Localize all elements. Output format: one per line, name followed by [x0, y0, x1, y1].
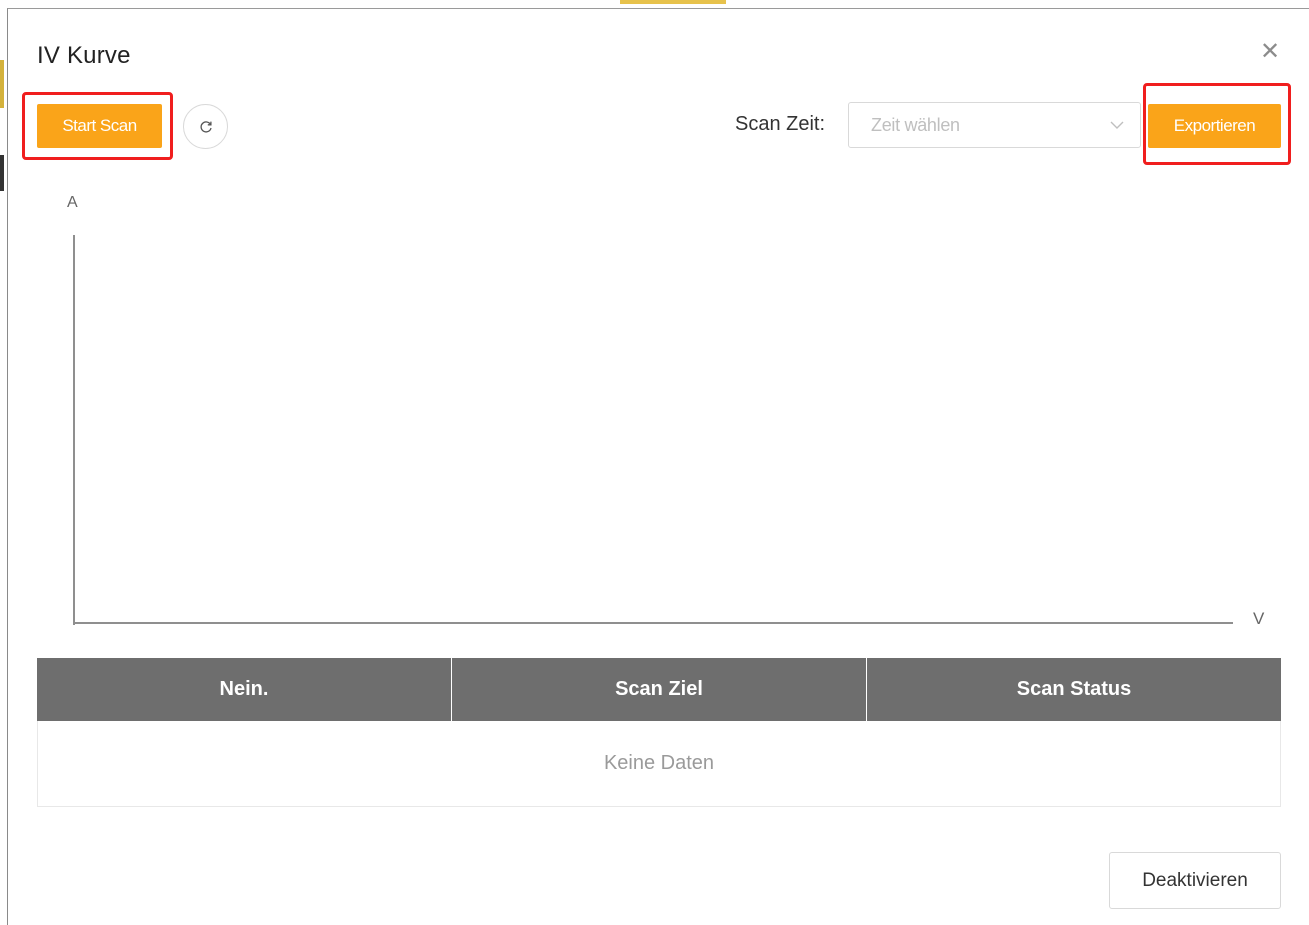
close-icon[interactable]: ✕: [1257, 39, 1283, 65]
background-page-edge: [0, 0, 7, 925]
column-header-scan-target[interactable]: Scan Ziel: [452, 658, 867, 721]
x-axis-label: V: [1253, 609, 1265, 628]
table-header: Nein. Scan Ziel Scan Status: [37, 658, 1281, 721]
refresh-button[interactable]: [183, 104, 228, 149]
background-element: [0, 155, 4, 191]
background-element: [0, 60, 4, 108]
iv-curve-dialog: IV Kurve ✕ Start Scan Scan Zeit: Zeit wä…: [7, 8, 1309, 925]
background-element: [620, 0, 726, 4]
x-axis-line: [73, 622, 1233, 624]
export-button[interactable]: Exportieren: [1148, 104, 1281, 148]
column-header-scan-status[interactable]: Scan Status: [867, 658, 1281, 721]
scan-time-select[interactable]: Zeit wählen: [848, 102, 1141, 148]
y-axis-label: A: [67, 194, 78, 211]
scan-table: Nein. Scan Ziel Scan Status Keine Daten: [37, 658, 1281, 807]
start-scan-button[interactable]: Start Scan: [37, 104, 162, 148]
deactivate-button[interactable]: Deaktivieren: [1109, 852, 1281, 909]
y-axis-line: [73, 235, 75, 625]
scan-time-label: Scan Zeit:: [735, 113, 826, 135]
refresh-icon: [199, 120, 212, 133]
dialog-title: IV Kurve: [37, 42, 131, 69]
scan-time-placeholder: Zeit wählen: [871, 115, 960, 135]
table-empty-state: Keine Daten: [37, 721, 1281, 807]
chevron-down-icon: [1110, 121, 1124, 129]
column-header-no[interactable]: Nein.: [37, 658, 452, 721]
